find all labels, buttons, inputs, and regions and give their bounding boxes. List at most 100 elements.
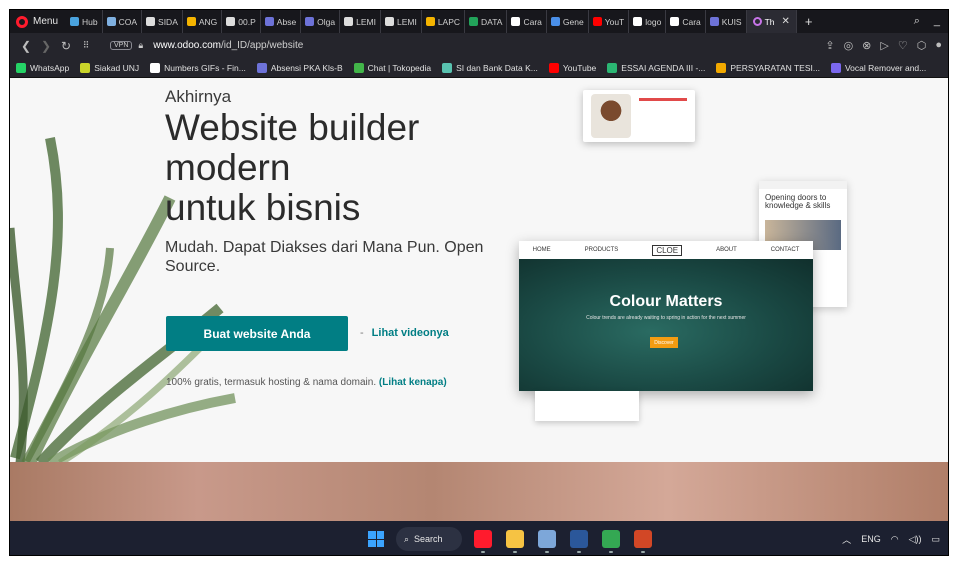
running-indicator <box>545 551 549 553</box>
tab-search-icon[interactable]: ⌕ <box>914 15 920 28</box>
close-tab-icon[interactable]: ✕ <box>782 16 790 27</box>
tab-favicon-icon <box>550 17 560 26</box>
mockup-heading: Opening doors to knowledge & skills <box>765 193 831 210</box>
browser-tab[interactable]: logo <box>629 10 667 33</box>
browser-tab[interactable]: Abse <box>261 10 302 33</box>
powerpoint-icon[interactable] <box>634 530 652 553</box>
heart-icon[interactable]: ♡ <box>898 39 908 52</box>
url-field[interactable]: www.odoo.com/id_ID/app/website <box>153 40 303 51</box>
speed-dial-icon[interactable]: ⠿ <box>76 40 96 51</box>
send-icon[interactable]: ▷ <box>880 39 888 52</box>
bookmark-item[interactable]: YouTube <box>548 62 596 73</box>
browser-tab[interactable]: Cara <box>507 10 547 33</box>
browser-tab[interactable]: LEMI <box>381 10 422 33</box>
bookmark-item[interactable]: ESSAI AGENDA III -... <box>607 62 705 73</box>
forward-icon[interactable]: ❯ <box>36 39 56 53</box>
browser-tab[interactable]: COA <box>103 10 143 33</box>
extensions-icon[interactable]: ⬡ <box>917 39 927 52</box>
bookmark-item[interactable]: Siakad UNJ <box>80 62 139 73</box>
create-website-button[interactable]: Buat website Anda <box>166 316 348 351</box>
menu-label: Menu <box>33 16 59 27</box>
taskbar-search[interactable]: ⌕ Search <box>396 527 462 551</box>
reload-icon[interactable]: ↻ <box>56 39 76 53</box>
bookmark-favicon-icon <box>716 62 727 73</box>
browser-tab[interactable]: YouT <box>589 10 630 33</box>
odoo-website-page: Akhirnya Website builder modern untuk bi… <box>10 78 948 521</box>
browser-tab[interactable]: ANG <box>183 10 223 33</box>
tab-favicon-icon <box>384 17 394 26</box>
tab-favicon-icon <box>425 17 435 26</box>
app-icon[interactable] <box>538 530 556 553</box>
mockup-topbar <box>759 181 847 189</box>
tab-favicon-icon <box>146 17 156 26</box>
url-host: www.odoo.com <box>153 40 222 51</box>
bookmark-label: Absensi PKA Kls-B <box>270 62 343 73</box>
browser-tab[interactable]: DATA <box>465 10 508 33</box>
tab-favicon-icon <box>305 17 315 26</box>
battery-icon[interactable]: ▭ <box>931 534 940 545</box>
browser-tab[interactable]: Hub <box>66 10 103 33</box>
tab-label: Gene <box>562 16 584 27</box>
mockup-nav-item: ABOUT <box>716 247 737 253</box>
wood-section <box>10 462 948 521</box>
bookmark-item[interactable]: PERSYARATAN TESI... <box>716 62 820 73</box>
tab-favicon-icon <box>511 17 521 26</box>
share-icon[interactable]: ⇪ <box>825 39 834 52</box>
browser-tab[interactable]: KUIS <box>706 10 747 33</box>
active-tab[interactable]: Th ✕ <box>746 10 797 33</box>
tab-favicon-icon <box>633 17 643 26</box>
browser-tab[interactable]: Olga <box>301 10 341 33</box>
start-button[interactable] <box>368 531 384 547</box>
tab-favicon-icon <box>709 17 719 26</box>
language-indicator[interactable]: ENG <box>861 534 881 544</box>
mockup-accent-bar <box>639 98 687 101</box>
chevron-up-icon[interactable]: ︿ <box>842 533 851 546</box>
browser-tab[interactable]: Cara <box>666 10 706 33</box>
tab-favicon-icon <box>469 17 479 26</box>
bookmark-item[interactable]: Numbers GIFs - Fin... <box>150 62 246 73</box>
bookmark-favicon-icon <box>607 62 618 73</box>
opera-icon[interactable] <box>474 530 492 553</box>
vpn-badge[interactable]: VPN <box>110 41 133 50</box>
tab-label: LEMI <box>356 16 376 27</box>
browser-tab[interactable]: Gene <box>547 10 589 33</box>
bookmark-item[interactable]: Absensi PKA Kls-B <box>256 62 343 73</box>
bottom-mockup <box>535 391 639 421</box>
edge-icon[interactable] <box>602 530 620 553</box>
see-why-link[interactable]: (Lihat kenapa) <box>379 377 447 388</box>
lock-icon[interactable]: 🔒︎ <box>138 40 143 51</box>
camera-icon[interactable]: ◎ <box>844 39 854 52</box>
bookmark-item[interactable]: Vocal Remover and... <box>830 62 926 73</box>
back-icon[interactable]: ❮ <box>16 39 36 53</box>
bookmark-item[interactable]: Chat | Tokopedia <box>353 62 432 73</box>
running-indicator <box>513 551 517 553</box>
browser-tab[interactable]: SIDA <box>142 10 183 33</box>
wifi-icon[interactable]: ◠ <box>891 534 899 545</box>
watch-video-link[interactable]: - Lihat videonya <box>360 327 449 339</box>
tab-label: logo <box>645 16 662 27</box>
block-icon[interactable]: ⊗ <box>862 39 871 52</box>
phone-mockup <box>583 90 695 142</box>
bookmark-label: Chat | Tokopedia <box>367 62 432 73</box>
word-icon[interactable] <box>570 530 588 553</box>
bookmark-item[interactable]: WhatsApp <box>16 62 69 73</box>
bookmark-favicon-icon <box>830 62 841 73</box>
tab-favicon-icon <box>592 17 602 26</box>
tab-favicon-icon <box>670 17 680 26</box>
minimize-icon[interactable]: _ <box>934 15 940 28</box>
bookmark-label: PERSYARATAN TESI... <box>730 62 820 73</box>
volume-icon[interactable]: ◁)) <box>909 534 922 545</box>
tab-label: Abse <box>276 16 297 27</box>
opera-menu-button[interactable]: Menu <box>10 10 66 33</box>
browser-tab[interactable]: LEMI <box>340 10 381 33</box>
file-explorer-icon[interactable] <box>506 530 524 553</box>
browser-tab[interactable]: 00.P <box>222 10 261 33</box>
tab-label: Cara <box>523 16 542 27</box>
hero-title-line: untuk bisnis <box>165 187 361 228</box>
bookmark-favicon-icon <box>548 62 559 73</box>
profile-icon[interactable]: ● <box>935 39 942 52</box>
bookmark-item[interactable]: SI dan Bank Data K... <box>442 62 538 73</box>
browser-tab[interactable]: LAPC <box>422 10 466 33</box>
mockup-nav-item: PRODUCTS <box>584 247 619 253</box>
new-tab-button[interactable]: + <box>797 14 821 29</box>
